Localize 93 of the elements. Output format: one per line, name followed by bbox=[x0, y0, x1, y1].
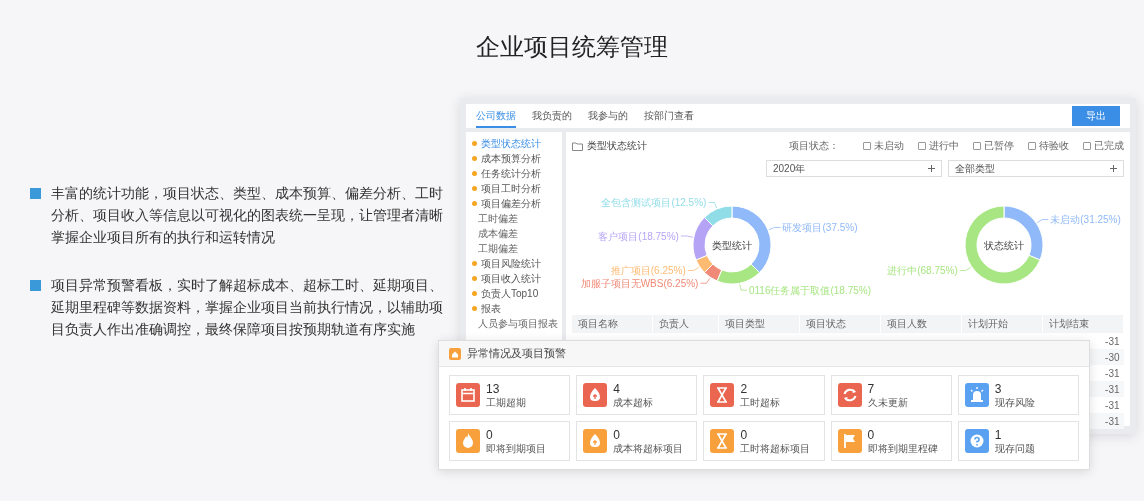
chart-title: 类型统计 bbox=[712, 239, 752, 251]
chart-label: 进行中(68.75%) bbox=[887, 265, 958, 277]
panel-title: 类型状态统计 bbox=[587, 139, 647, 153]
sidebar-item[interactable]: 项目偏差分析 bbox=[466, 196, 562, 211]
leader-line bbox=[700, 277, 711, 284]
stat-label: 现存问题 bbox=[994, 441, 1035, 455]
sidebar-item[interactable]: 成本预算分析 bbox=[466, 151, 562, 166]
stat-count: 3 bbox=[994, 381, 1003, 396]
sidebar-item[interactable]: 项目风险统计 bbox=[466, 256, 562, 271]
sidebar-item[interactable]: 项目收入统计 bbox=[466, 271, 562, 286]
column-header: 项目名称 bbox=[572, 315, 653, 333]
stat-tile[interactable]: 0 即将到期里程碑 bbox=[830, 421, 952, 461]
chart-label: 全包含测试项目(12.5%) bbox=[601, 197, 707, 208]
status-checkbox[interactable]: 已暂停 bbox=[973, 139, 1014, 153]
stat-label: 成本将超标项目 bbox=[613, 441, 684, 455]
feature-text: 丰富的统计功能，项目状态、类型、成本预算、偏差分析、工时分析、项目收入等信息以可视化的图表统一呈现，让管理者清晰掌握企业项目所有的执行和运转情况 bbox=[51, 184, 444, 247]
status-checkbox[interactable]: 待验收 bbox=[1028, 139, 1069, 153]
leader-line bbox=[687, 266, 700, 271]
status-checkbox[interactable]: 进行中 bbox=[918, 139, 959, 153]
stat-tile[interactable]: 0 即将到期项目 bbox=[449, 421, 571, 461]
sidebar-subitem[interactable]: 工期偏差 bbox=[466, 241, 562, 256]
table-cell: -30 bbox=[1042, 349, 1124, 365]
tab[interactable]: 我负责的 bbox=[532, 104, 572, 128]
bullet-icon bbox=[30, 188, 41, 199]
card-title: 异常情况及项目预警 bbox=[467, 346, 566, 361]
column-header: 计划开始 bbox=[961, 315, 1043, 333]
chart-title: 状态统计 bbox=[984, 239, 1024, 251]
column-header: 计划结束 bbox=[1042, 315, 1124, 333]
sidebar-item[interactable]: 负责人Top10 bbox=[466, 286, 562, 301]
stat-tile[interactable]: 2 工时超标 bbox=[703, 375, 825, 415]
stat-label: 现存风险 bbox=[994, 395, 1035, 409]
page-title: 企业项目统筹管理 bbox=[475, 32, 669, 62]
leader-line bbox=[680, 235, 694, 238]
sidebar-subitem[interactable]: 人员参与项目报表 bbox=[466, 316, 562, 331]
bullet-icon bbox=[30, 280, 41, 291]
chart-label: 客户项目(18.75%) bbox=[598, 230, 679, 242]
chart-label: 加服子项目无WBS(6.25%) bbox=[580, 277, 699, 289]
stat-count: 0 bbox=[613, 427, 621, 442]
sidebar-subitem[interactable]: 成本偏差 bbox=[466, 226, 562, 241]
stat-label: 工时将超标项目 bbox=[740, 441, 811, 455]
stat-tile[interactable]: 4 成本超标 bbox=[576, 375, 698, 415]
stat-count: 13 bbox=[486, 381, 501, 396]
column-header: 项目状态 bbox=[799, 315, 881, 333]
stat-tile[interactable]: 0 工时将超标项目 bbox=[703, 421, 825, 461]
filter-label: 项目状态： bbox=[789, 139, 839, 153]
leader-line bbox=[739, 283, 748, 291]
stat-label: 久未更新 bbox=[867, 395, 908, 409]
plus-icon bbox=[1110, 165, 1117, 172]
column-header: 项目人数 bbox=[880, 315, 962, 333]
stat-count: 1 bbox=[994, 427, 1003, 442]
chart-label: 研发项目(37.5%) bbox=[782, 221, 858, 233]
chart-label: 未启动(31.25%) bbox=[1050, 213, 1121, 225]
stat-tile[interactable]: 0 成本将超标项目 bbox=[576, 421, 698, 461]
tab[interactable]: 公司数据 bbox=[476, 104, 516, 128]
tab[interactable]: 按部门查看 bbox=[644, 104, 694, 128]
sidebar-item[interactable]: 报表 bbox=[466, 301, 562, 316]
leader-line bbox=[708, 202, 718, 209]
sidebar-item[interactable]: 项目工时分析 bbox=[466, 181, 562, 196]
stat-label: 工期超期 bbox=[486, 395, 526, 409]
leader-line bbox=[1036, 219, 1049, 224]
stat-tile[interactable]: 13 工期超期 bbox=[449, 375, 571, 415]
plus-icon bbox=[928, 165, 935, 172]
stat-count: 0 bbox=[486, 427, 494, 442]
home-icon bbox=[449, 347, 461, 360]
stat-tile[interactable]: 7 久未更新 bbox=[830, 375, 952, 415]
type-select[interactable]: 全部类型 bbox=[948, 160, 1124, 177]
stat-label: 即将到期项目 bbox=[486, 441, 546, 455]
sidebar-subitem[interactable]: 工时偏差 bbox=[466, 211, 562, 226]
leader-line bbox=[768, 227, 781, 231]
stat-label: 即将到期里程碑 bbox=[867, 441, 938, 455]
sidebar-item[interactable]: 类型状态统计 bbox=[466, 136, 562, 151]
stat-count: 4 bbox=[613, 381, 621, 396]
chart-label: 0116任务属于取值(18.75%) bbox=[748, 284, 872, 296]
stat-tile[interactable]: 1 现存问题 bbox=[957, 421, 1079, 461]
stat-count: 0 bbox=[740, 427, 749, 442]
folder-icon bbox=[572, 141, 583, 151]
tab[interactable]: 我参与的 bbox=[588, 104, 628, 128]
stat-count: 2 bbox=[740, 381, 749, 396]
stat-label: 成本超标 bbox=[613, 395, 654, 409]
stat-tile[interactable]: 3 现存风险 bbox=[957, 375, 1079, 415]
table-cell: -31 bbox=[1042, 333, 1124, 349]
stat-label: 工时超标 bbox=[740, 395, 781, 409]
leader-line bbox=[959, 266, 972, 271]
sidebar-item[interactable]: 任务统计分析 bbox=[466, 166, 562, 181]
feature-text: 项目异常预警看板，实时了解超标成本、超标工时、延期项目、延期里程碑等数据资料，掌握企业项目当前执行情况，以辅助项目负责人作出准确调控，最终保障项目按预期轨道有序实施 bbox=[51, 276, 444, 339]
column-header: 项目类型 bbox=[718, 315, 800, 333]
stat-count: 7 bbox=[867, 381, 876, 396]
year-select[interactable]: 2020年 bbox=[766, 160, 942, 177]
column-header: 负责人 bbox=[652, 315, 719, 333]
stat-count: 0 bbox=[867, 427, 876, 442]
status-checkbox[interactable]: 已完成 bbox=[1083, 139, 1124, 153]
chart-label: 推广项目(6.25%) bbox=[610, 265, 686, 277]
status-checkbox[interactable]: 未启动 bbox=[863, 139, 904, 153]
